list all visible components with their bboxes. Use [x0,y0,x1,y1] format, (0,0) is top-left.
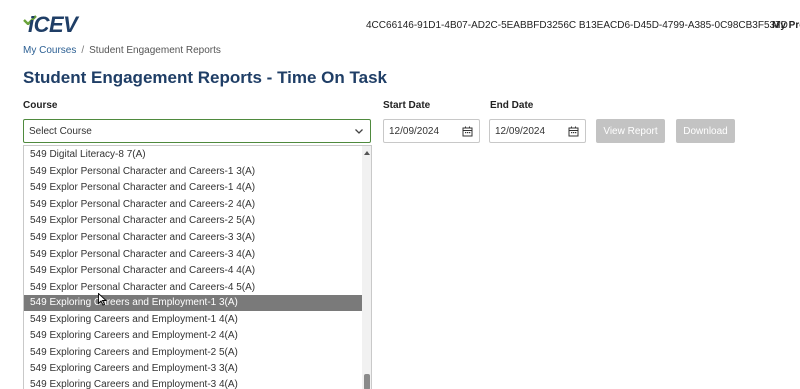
course-option[interactable]: 549 Explor Personal Character and Career… [24,247,364,263]
calendar-icon[interactable] [462,126,473,137]
course-option[interactable]: 549 Exploring Careers and Employment-3 4… [24,377,364,389]
course-option[interactable]: 549 Explor Personal Character and Career… [24,180,364,196]
profile-menu[interactable]: My Pro [772,20,800,31]
start-date-input[interactable]: 12/09/2024 [383,119,480,143]
calendar-icon[interactable] [568,126,579,137]
course-option[interactable]: 549 Digital Literacy-8 7(A) [24,147,364,163]
scroll-up-arrow-icon[interactable] [364,151,370,155]
course-option[interactable]: 549 Exploring Careers and Employment-3 3… [24,361,364,377]
course-option[interactable]: 549 Explor Personal Character and Career… [24,164,364,180]
course-label: Course [23,100,58,111]
course-option[interactable]: 549 Explor Personal Character and Career… [24,280,364,296]
breadcrumb-current: Student Engagement Reports [89,45,221,56]
course-option[interactable]: 549 Exploring Careers and Employment-2 5… [24,345,364,361]
chevron-down-icon [355,129,363,134]
course-option-highlighted[interactable]: 549 Exploring Careers and Employment-1 3… [24,295,364,311]
course-option[interactable]: 549 Explor Personal Character and Career… [24,263,364,279]
course-select[interactable]: Select Course [23,119,371,143]
course-option[interactable]: 549 Exploring Careers and Employment-2 4… [24,328,364,344]
breadcrumb: My Courses / Student Engagement Reports [23,45,221,56]
course-select-value: Select Course [29,126,92,137]
view-report-button[interactable]: View Report [596,119,665,143]
end-date-label: End Date [490,100,534,111]
breadcrumb-my-courses-link[interactable]: My Courses [23,45,76,56]
end-date-value: 12/09/2024 [495,126,546,137]
course-option[interactable]: 549 Explor Personal Character and Career… [24,213,364,229]
download-button[interactable]: Download [676,119,735,143]
start-date-value: 12/09/2024 [389,126,440,137]
course-option[interactable]: 549 Exploring Careers and Employment-1 4… [24,312,364,328]
course-option[interactable]: 549 Explor Personal Character and Career… [24,197,364,213]
logo-text: iCEV [28,12,78,37]
dropdown-scrollbar[interactable] [362,146,371,389]
scrollbar-thumb[interactable] [364,374,370,389]
page-title: Student Engagement Reports - Time On Tas… [23,68,387,87]
course-option[interactable]: 549 Explor Personal Character and Career… [24,230,364,246]
start-date-label: Start Date [383,100,431,111]
session-id: 4CC66146-91D1-4B07-AD2C-5EABBFD3256C B13… [366,20,788,31]
breadcrumb-separator: / [81,45,85,56]
mouse-cursor-icon [98,293,107,306]
icev-logo[interactable]: iCEV [22,12,82,38]
end-date-input[interactable]: 12/09/2024 [489,119,586,143]
course-dropdown-list[interactable]: 549 Digital Literacy-8 7(A) 549 Explor P… [23,145,372,389]
